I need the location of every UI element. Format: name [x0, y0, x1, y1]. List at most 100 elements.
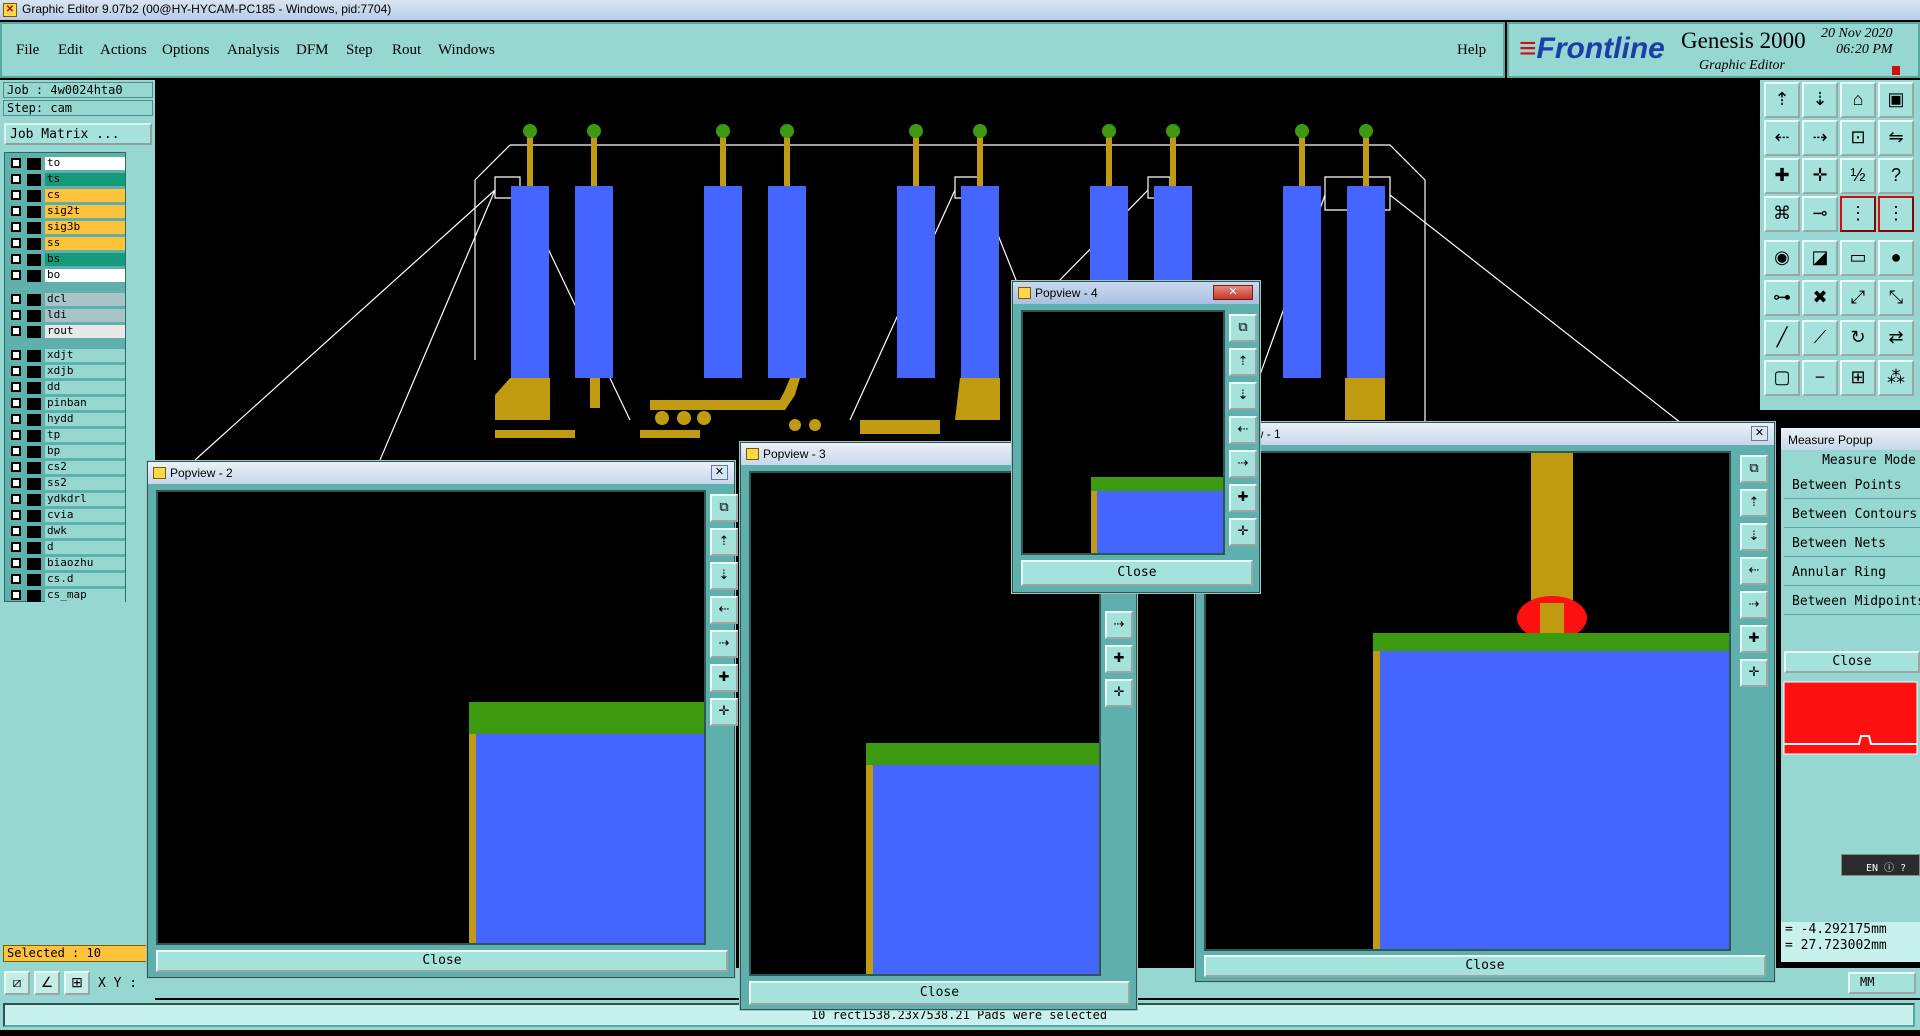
layer-row[interactable]: sig2t [7, 204, 125, 218]
pan-right-icon[interactable]: ⇢ [1229, 450, 1257, 478]
move-right-icon[interactable]: ⇢ [1802, 120, 1838, 156]
layer-checkbox[interactable] [11, 430, 21, 440]
layer-row[interactable]: tp [7, 428, 125, 442]
layer-row[interactable]: bs [7, 252, 125, 266]
layer-row[interactable]: ss [7, 236, 125, 250]
ime-indicator[interactable]: EN ⓘ ? [1841, 854, 1920, 876]
popview-4-view[interactable] [1021, 310, 1225, 555]
layer-checkbox[interactable] [11, 462, 21, 472]
filter2-icon[interactable]: ⋮ [1878, 196, 1914, 232]
arc-icon[interactable]: ↻ [1840, 320, 1876, 356]
layer-checkbox[interactable] [11, 294, 21, 304]
pan-right-icon[interactable]: ⇢ [1740, 591, 1768, 619]
popview-3-close-button[interactable]: Close [749, 981, 1130, 1005]
layer-row[interactable]: rout [7, 324, 125, 338]
layer-checkbox[interactable] [11, 478, 21, 488]
layer-checkbox[interactable] [11, 558, 21, 568]
zoom-out-icon[interactable]: ✛ [1229, 518, 1257, 546]
layer-checkbox[interactable] [11, 414, 21, 424]
layer-checkbox[interactable] [11, 238, 21, 248]
popview-1-close-icon[interactable]: ✕ [1751, 426, 1768, 441]
layer-checkbox[interactable] [11, 398, 21, 408]
zoom-out-icon[interactable]: ✛ [1105, 679, 1133, 707]
measure-option[interactable]: Between Midpoints [1784, 589, 1920, 615]
layer-row[interactable]: ss2 [7, 476, 125, 490]
measure-option[interactable]: Between Nets [1784, 531, 1920, 557]
move-down-icon[interactable]: ⇣ [1802, 82, 1838, 118]
menu-edit[interactable]: Edit [58, 42, 83, 59]
layer-checkbox[interactable] [11, 326, 21, 336]
move-up-icon[interactable]: ⇡ [1764, 82, 1800, 118]
view-layers-icon[interactable]: ⧉ [1229, 314, 1257, 342]
layer-row[interactable]: cs [7, 188, 125, 202]
filter-icon[interactable]: ⋮ [1840, 196, 1876, 232]
menu-analysis[interactable]: Analysis [227, 42, 280, 59]
measure-option[interactable]: Between Contours [1784, 502, 1920, 528]
layer-checkbox[interactable] [11, 158, 21, 168]
layer-checkbox[interactable] [11, 206, 21, 216]
view-layers-icon[interactable]: ⧉ [1740, 455, 1768, 483]
pan-right-icon[interactable]: ⇢ [1105, 611, 1133, 639]
zoom-box-icon[interactable]: ⧄ [4, 971, 30, 995]
snap-icon[interactable]: ⌘ [1764, 196, 1800, 232]
pan-up-icon[interactable]: ⇡ [1229, 348, 1257, 376]
pan-left-icon[interactable]: ⇠ [1740, 557, 1768, 585]
layer-checkbox[interactable] [11, 494, 21, 504]
layer-row[interactable]: xdjt [7, 348, 125, 362]
scale-icon[interactable]: ½ [1840, 158, 1876, 194]
measure-option[interactable]: Annular Ring [1784, 560, 1920, 586]
zoom-in-icon[interactable]: ✚ [1229, 484, 1257, 512]
snap-angle-icon[interactable]: ∠ [34, 971, 60, 995]
layer-checkbox[interactable] [11, 270, 21, 280]
layer-row[interactable]: hydd [7, 412, 125, 426]
cross-icon[interactable]: ✖ [1802, 280, 1838, 316]
measure-close-button[interactable]: Close [1784, 651, 1920, 673]
pan-down-icon[interactable]: ⇣ [1740, 523, 1768, 551]
menu-file[interactable]: File [16, 42, 39, 59]
popview-4-close-icon[interactable]: ✕ [1213, 285, 1253, 300]
layer-row[interactable]: bo [7, 268, 125, 282]
node-icon[interactable]: ⤡ [1878, 280, 1914, 316]
zoom-in-icon[interactable]: ✚ [710, 664, 738, 692]
layer-row[interactable]: dd [7, 380, 125, 394]
zoom-out-icon[interactable]: ✛ [1740, 659, 1768, 687]
menu-dfm[interactable]: DFM [296, 42, 329, 59]
menu-windows[interactable]: Windows [438, 42, 495, 59]
layer-row[interactable]: biaozhu [7, 556, 125, 570]
home-icon[interactable]: ⌂ [1840, 82, 1876, 118]
minus-icon[interactable]: − [1802, 360, 1838, 396]
pan-up-icon[interactable]: ⇡ [710, 528, 738, 556]
swap-icon[interactable]: ⇋ [1878, 120, 1914, 156]
menu-options[interactable]: Options [162, 42, 210, 59]
layer-row[interactable]: cs.d [7, 572, 125, 586]
cluster-icon[interactable]: ⁂ [1878, 360, 1914, 396]
layer-row[interactable]: ldi [7, 308, 125, 322]
popview-2-close-button[interactable]: Close [156, 950, 728, 972]
layer-checkbox[interactable] [11, 510, 21, 520]
move-left-icon[interactable]: ⇠ [1764, 120, 1800, 156]
layer-checkbox[interactable] [11, 222, 21, 232]
layer-row[interactable]: cs2 [7, 460, 125, 474]
zoom-out-icon[interactable]: ✛ [1802, 158, 1838, 194]
layer-row[interactable]: sig3b [7, 220, 125, 234]
dot-icon[interactable]: ● [1878, 240, 1914, 276]
layer-row[interactable]: bp [7, 444, 125, 458]
layer-row[interactable]: cvia [7, 508, 125, 522]
help-icon[interactable]: ? [1878, 158, 1914, 194]
layer-row[interactable]: to [7, 156, 125, 170]
link-icon[interactable]: ⤢ [1840, 280, 1876, 316]
popview-2-close-icon[interactable]: ✕ [711, 465, 728, 480]
pan-right-icon[interactable]: ⇢ [710, 630, 738, 658]
layer-row[interactable]: d [7, 540, 125, 554]
menu-actions[interactable]: Actions [100, 42, 147, 59]
pan-left-icon[interactable]: ⇠ [1229, 416, 1257, 444]
zoom-in-icon[interactable]: ✚ [1105, 645, 1133, 673]
layer-checkbox[interactable] [11, 174, 21, 184]
layer-checkbox[interactable] [11, 310, 21, 320]
job-matrix-button[interactable]: Job Matrix ... [4, 123, 152, 145]
popview-4-close-button[interactable]: Close [1021, 560, 1253, 586]
net-icon[interactable]: ⊶ [1764, 280, 1800, 316]
layer-checkbox[interactable] [11, 350, 21, 360]
menu-step[interactable]: Step [346, 42, 373, 59]
layer-row[interactable]: ts [7, 172, 125, 186]
